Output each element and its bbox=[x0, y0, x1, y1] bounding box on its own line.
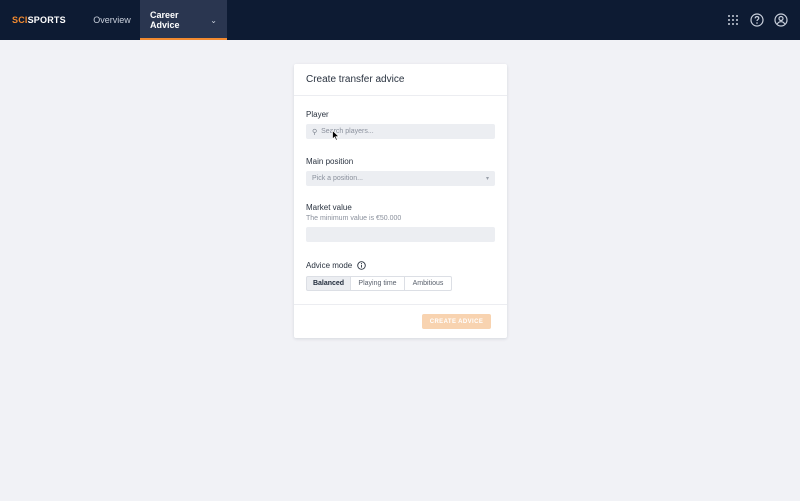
search-icon: ⚲ bbox=[312, 128, 318, 136]
position-select[interactable]: Pick a position... ▾ bbox=[306, 171, 495, 186]
advice-mode-playing-time[interactable]: Playing time bbox=[351, 276, 405, 291]
nav-item-career-advice[interactable]: Career Advice ⌄ bbox=[140, 0, 227, 40]
chevron-down-icon: ▾ bbox=[485, 176, 489, 182]
player-search-placeholder: Search players... bbox=[321, 128, 374, 135]
mouse-cursor-icon bbox=[332, 128, 340, 146]
chevron-down-icon: ⌄ bbox=[210, 15, 217, 25]
market-value-label: Market value bbox=[306, 203, 352, 212]
apps-grid-icon[interactable] bbox=[726, 13, 740, 27]
player-label: Player bbox=[306, 110, 329, 119]
info-icon[interactable] bbox=[357, 261, 366, 270]
nav-item-label: Overview bbox=[93, 15, 131, 25]
advice-mode-field: Advice mode Balanced Playing time Ambiti… bbox=[306, 261, 495, 291]
position-placeholder: Pick a position... bbox=[312, 175, 363, 182]
position-label: Main position bbox=[306, 157, 354, 166]
position-field: Main position Pick a position... ▾ bbox=[306, 157, 495, 186]
market-value-field: Market value The minimum value is €50.00… bbox=[306, 203, 495, 242]
nav-item-overview[interactable]: Overview bbox=[84, 0, 140, 40]
help-icon[interactable] bbox=[750, 13, 764, 27]
transfer-advice-card: Create transfer advice Player ⚲ Search p… bbox=[294, 64, 507, 338]
advice-mode-label: Advice mode bbox=[306, 261, 353, 270]
market-value-help: The minimum value is €50.000 bbox=[306, 215, 402, 222]
scisports-logo[interactable]: SCI SPORTS bbox=[0, 0, 84, 40]
advice-mode-ambitious[interactable]: Ambitious bbox=[405, 276, 452, 291]
market-value-input[interactable] bbox=[306, 227, 495, 242]
card-footer: CREATE ADVICE bbox=[294, 304, 507, 338]
advice-mode-balanced[interactable]: Balanced bbox=[306, 276, 351, 291]
top-navigation-bar: SCI SPORTS Overview Career Advice ⌄ bbox=[0, 0, 800, 40]
create-advice-button[interactable]: CREATE ADVICE bbox=[422, 314, 491, 329]
nav-item-label: Career Advice bbox=[150, 10, 180, 30]
account-icon[interactable] bbox=[774, 13, 788, 27]
card-title: Create transfer advice bbox=[294, 64, 507, 96]
advice-mode-toggle: Balanced Playing time Ambitious bbox=[306, 276, 495, 291]
